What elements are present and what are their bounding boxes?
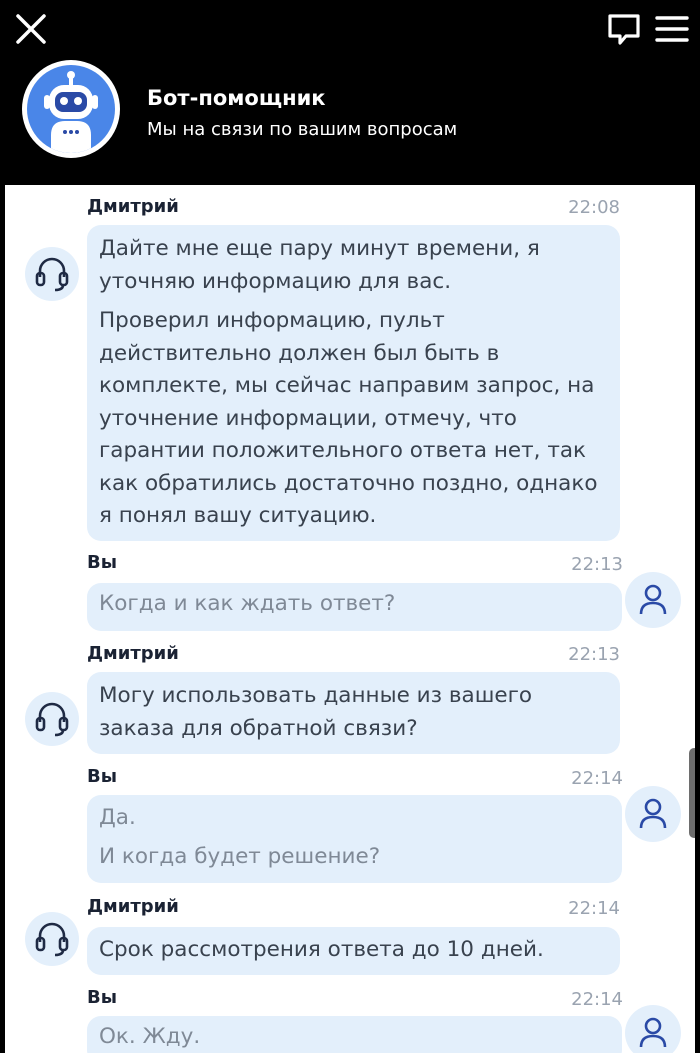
close-icon [16,14,46,44]
message-sender: Вы [87,552,117,573]
agent-avatar [25,692,79,746]
message-text: Могу использовать данные из вашего заказ… [99,683,533,741]
agent-avatar [25,912,79,966]
message-bubble: Могу использовать данные из вашего заказ… [87,672,620,754]
message-sender: Дмитрий [87,896,179,917]
user-avatar [625,786,681,842]
message-text: И когда будет решение? [99,843,381,869]
message-text: Да. [99,805,136,830]
message-sender: Дмитрий [87,196,179,217]
message-text: Ок. Жду. [99,1024,201,1049]
user-avatar [625,572,681,628]
message-time: 22:13 [571,554,623,575]
message-bubble: Когда и как ждать ответ? [87,583,622,631]
headset-icon [35,257,69,292]
message-sender: Вы [87,987,117,1008]
chat-messages[interactable]: Дмитрий 22:08 Дайте мне еще пару минут в… [5,185,695,1053]
message-sender: Вы [87,766,117,787]
close-button[interactable] [10,10,50,50]
bot-name: Бот-помощник [147,86,326,110]
headset-icon [35,922,69,957]
chat-button[interactable] [604,12,644,48]
message-time: 22:14 [568,898,620,919]
message-time: 22:14 [571,989,623,1010]
message-bubble: Дайте мне еще пару минут времени, я уточ… [87,225,620,541]
robot-avatar-icon [44,71,98,153]
message-bubble: Да. И когда будет решение? [87,795,622,883]
message-text: Проверил информацию, пульт действительно… [99,308,598,528]
message-text: Когда и как ждать ответ? [99,591,396,616]
menu-button[interactable] [652,12,692,48]
message-bubble: Ок. Жду. [87,1016,622,1053]
message-time: 22:14 [571,768,623,789]
message-time: 22:13 [568,644,620,665]
bot-subtitle: Мы на связи по вашим вопросам [147,119,458,140]
message-sender: Дмитрий [87,643,179,664]
message-text: Дайте мне еще пару минут времени, я уточ… [99,236,540,294]
chat-header: Бот-помощник Мы на связи по вашим вопрос… [0,0,700,185]
user-person-icon [639,584,667,615]
chat-bubble-icon [608,14,640,45]
user-avatar [625,1005,681,1053]
headset-icon [35,702,69,737]
bot-avatar [22,60,120,158]
agent-avatar [25,247,79,301]
user-person-icon [639,798,667,829]
user-person-icon [639,1017,667,1048]
scrollbar-thumb[interactable] [689,748,695,838]
scrollbar[interactable] [688,185,695,1053]
message-time: 22:08 [568,197,620,218]
message-text: Срок рассмотрения ответа до 10 дней. [99,937,544,962]
hamburger-menu-icon [655,16,689,42]
message-bubble: Срок рассмотрения ответа до 10 дней. [87,927,620,975]
